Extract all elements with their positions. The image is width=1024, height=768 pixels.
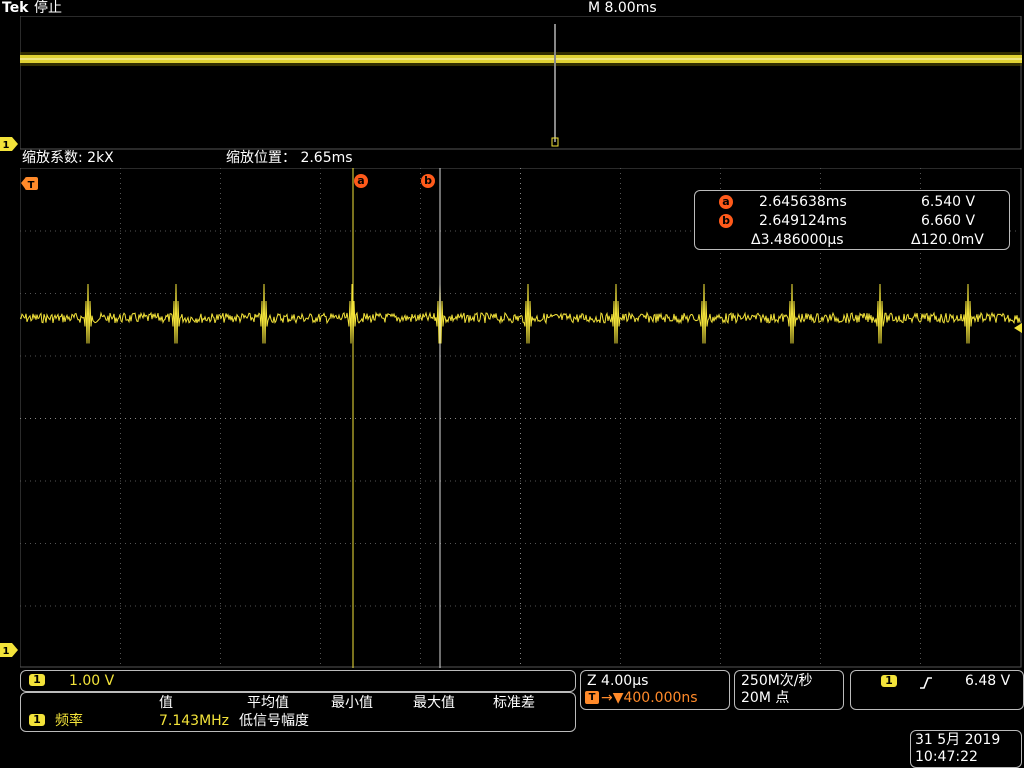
cursor-b-time: 2.649124ms [759,213,847,229]
time-readout: 10:47:22 [915,749,978,765]
meas-name: 频率 [55,713,83,729]
zoom-trigger-marker: T [21,175,39,194]
timebase-readout[interactable]: M 8.00ms [588,0,657,16]
ch1-volts-per-div: 1.00 V [69,673,115,689]
zoom-cursor-a-badge[interactable]: a [354,174,368,188]
trigger-pos-icon: T [585,691,599,704]
trigger-level: 6.48 V [965,673,1011,689]
zoom-scale: Z 4.00µs [587,673,649,689]
meas-header-min: 最小值 [331,695,373,711]
svg-text:T: T [28,180,35,190]
overview-trace [19,15,1022,150]
sample-rate: 250M次/秒 [741,673,813,689]
svg-text:1: 1 [3,140,10,151]
run-state: 停止 [34,0,62,16]
date-readout: 31 5月 2019 [915,732,1001,748]
svg-text:1: 1 [3,646,10,657]
ch1-badge: 1 [29,674,45,686]
datetime-panel: 31 5月 2019 10:47:22 [910,730,1022,768]
zoom-cursor-b-badge[interactable]: b [421,174,435,188]
zoom-timebase-panel[interactable]: Z 4.00µs T →▼400.000ns [580,670,730,710]
cursor-b-voltage: 6.660 V [921,213,976,229]
record-length: 20M 点 [741,690,790,706]
cursor-delta-voltage: Δ120.0mV [911,232,984,248]
meas-header-mean: 平均值 [247,695,289,711]
meas-header-stddev: 标准差 [493,695,535,711]
acquisition-panel[interactable]: 250M次/秒 20M 点 [734,670,844,710]
trigger-level-arrow-icon [1012,318,1022,337]
cursor-a-voltage: 6.540 V [921,194,976,210]
cursor-delta-time: Δ3.486000µs [751,232,844,248]
cursor-readout-panel: a 2.645638ms 6.540 V b 2.649124ms 6.660 … [694,190,1010,250]
rising-edge-icon [919,675,933,694]
meas-header-max: 最大值 [413,695,455,711]
readout-b-badge: b [719,214,733,228]
trigger-left-icon: T [21,177,38,191]
ch1-ground-marker-zoom[interactable]: 1 [0,642,20,661]
readout-a-badge: a [719,195,733,209]
overview-waveform-window[interactable] [19,15,1022,150]
meas-note: 低信号幅度 [239,713,309,729]
brand-logo: Tek [2,0,29,16]
trigger-ch1-badge: 1 [881,675,897,687]
trigger-position-value: →▼400.000ns [601,690,698,706]
meas-value: 7.143MHz [159,713,230,729]
meas-header-value: 值 [159,695,173,711]
ch1-ground-marker-overview[interactable]: 1 [0,136,20,155]
meas-ch1-badge: 1 [29,714,45,726]
channel-1-scale-panel[interactable]: 1 1.00 V [20,670,576,692]
zoom-factor-label: 缩放系数: 2kX [22,150,114,166]
zoom-position-label: 缩放位置： 2.65ms [226,150,353,166]
measurement-panel[interactable]: 值 平均值 最小值 最大值 标准差 1 频率 7.143MHz 低信号幅度 [20,692,576,732]
trigger-panel[interactable]: 1 6.48 V [850,670,1024,710]
cursor-a-time: 2.645638ms [759,194,847,210]
